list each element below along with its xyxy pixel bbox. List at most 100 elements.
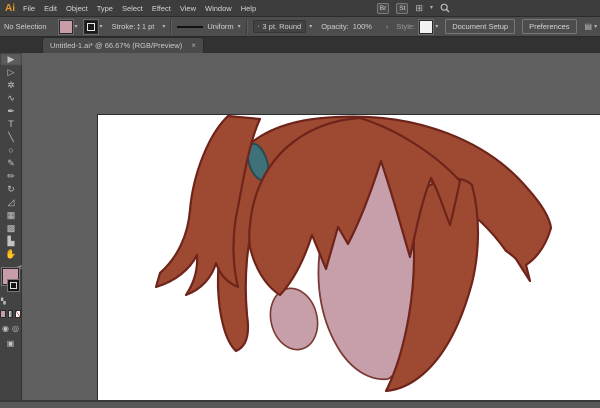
magic-wand-tool-icon: ✲	[7, 80, 15, 90]
menu-item-type[interactable]: Type	[97, 4, 113, 13]
line-segment-tool[interactable]: ╲	[0, 131, 22, 144]
scale-tool[interactable]: ◿	[0, 196, 22, 209]
menu-item-object[interactable]: Object	[66, 4, 88, 13]
ellipse-tool[interactable]: ○	[0, 144, 22, 157]
menu-item-edit[interactable]: Edit	[44, 4, 57, 13]
ellipse-tool-icon: ○	[8, 145, 13, 155]
artboard[interactable]	[97, 114, 600, 400]
document-tab-bar: Untitled-1.ai* @ 66.67% (RGB/Preview) ×	[0, 37, 600, 53]
column-graph-tool[interactable]: ▙	[0, 235, 22, 248]
lasso-tool-icon: ∿	[7, 93, 15, 103]
selection-tool[interactable]: ▶	[0, 53, 22, 66]
paintbrush-tool[interactable]: ✎	[0, 157, 22, 170]
menu-item-effect[interactable]: Effect	[152, 4, 171, 13]
stroke-chevron-down-icon[interactable]: ▾	[100, 24, 103, 30]
menu-bar: Ai File Edit Object Type Select Effect V…	[0, 0, 600, 17]
pen-tool-icon: ✒	[7, 106, 15, 116]
rotate-tool-icon: ↻	[7, 184, 15, 194]
draw-behind-icon[interactable]: ◎	[12, 324, 19, 333]
direct-selection-tool-icon: ▷	[8, 67, 15, 77]
drawing-mode-buttons: ◉ ◎	[0, 324, 21, 333]
fill-color-swatch[interactable]	[59, 20, 73, 34]
workspace-switcher-icon[interactable]: ⊞	[415, 4, 423, 13]
brush-dot-icon: •	[258, 24, 260, 30]
canvas-artwork	[98, 115, 600, 400]
screen-mode-icon: ▣	[7, 339, 15, 348]
bridge-button[interactable]: Br	[377, 3, 390, 14]
paintbrush-tool-icon: ✎	[7, 158, 15, 168]
workspace-chevron-down-icon[interactable]: ▾	[430, 5, 433, 11]
menu-item-help[interactable]: Help	[241, 4, 256, 13]
stock-button[interactable]: St	[396, 3, 408, 14]
tools-panel: ▶ ▷ ✲ ∿ ✒ T ╲ ○ ✎ ✏ ↻ ◿ ▦ ▩ ▙ ✋ ⇄ ▚ ◉ ◎ …	[0, 53, 22, 406]
brush-definition-dropdown[interactable]: • 3 pt. Round	[253, 20, 307, 33]
menu-item-file[interactable]: File	[23, 4, 35, 13]
rotate-tool[interactable]: ↻	[0, 183, 22, 196]
pen-tool[interactable]: ✒	[0, 105, 22, 118]
stroke-weight-value[interactable]: 1 pt	[142, 22, 155, 31]
direct-selection-tool[interactable]: ▷	[0, 66, 22, 79]
document-title: Untitled-1.ai* @ 66.67% (RGB/Preview)	[50, 41, 182, 50]
search-icon[interactable]	[440, 3, 450, 13]
lasso-tool[interactable]: ∿	[0, 92, 22, 105]
divider	[170, 20, 172, 34]
line-segment-tool-icon: ╲	[8, 132, 13, 142]
gradient-button[interactable]	[8, 310, 14, 318]
selection-tool-icon: ▶	[8, 54, 15, 64]
preferences-button[interactable]: Preferences	[522, 19, 576, 34]
draw-normal-icon[interactable]: ◉	[2, 324, 9, 333]
perspective-grid-tool-icon: ▦	[7, 210, 16, 220]
magic-wand-tool[interactable]: ✲	[0, 79, 22, 92]
variable-width-chevron-down-icon[interactable]: ▾	[238, 24, 241, 30]
default-fill-stroke-icon[interactable]: ▚	[1, 298, 6, 305]
scale-tool-icon: ◿	[8, 197, 15, 207]
hand-tool-icon: ✋	[5, 249, 16, 259]
opacity-value[interactable]: 100%	[353, 22, 372, 31]
ear-shape[interactable]	[264, 283, 324, 354]
none-button[interactable]	[15, 310, 21, 318]
divider	[246, 20, 248, 34]
workspace: ▶ ▷ ✲ ∿ ✒ T ╲ ○ ✎ ✏ ↻ ◿ ▦ ▩ ▙ ✋ ⇄ ▚ ◉ ◎ …	[0, 53, 600, 406]
column-graph-tool-icon: ▙	[8, 236, 15, 246]
toolbar-stroke-swatch[interactable]	[8, 280, 19, 291]
illustrator-logo-icon: Ai	[5, 3, 15, 14]
screen-mode-button[interactable]: ▣	[0, 339, 21, 348]
style-label: Style:	[396, 22, 415, 31]
panel-options-chevron-down-icon[interactable]: ▾	[594, 24, 597, 30]
app-bar-right: Br St ⊞ ▾	[377, 3, 450, 14]
color-type-buttons	[0, 310, 21, 318]
brush-chevron-down-icon[interactable]: ▾	[309, 24, 312, 30]
style-swatch[interactable]	[419, 20, 433, 34]
panel-options-icon[interactable]: ▤	[585, 22, 593, 31]
stroke-weight-chevron-down-icon[interactable]: ▾	[162, 24, 165, 30]
fill-stroke-control: ⇄ ▚	[0, 266, 22, 302]
menu-item-view[interactable]: View	[180, 4, 196, 13]
menu-item-select[interactable]: Select	[122, 4, 143, 13]
type-tool-icon: T	[8, 119, 14, 129]
mesh-tool[interactable]: ▩	[0, 222, 22, 235]
close-icon[interactable]: ×	[191, 42, 196, 50]
opacity-label: Opacity:	[321, 22, 349, 31]
variable-width-value[interactable]: Uniform	[207, 22, 233, 31]
color-button[interactable]	[0, 310, 6, 318]
fill-chevron-down-icon[interactable]: ▾	[75, 24, 78, 30]
type-tool[interactable]: T	[0, 118, 22, 131]
document-setup-button[interactable]: Document Setup	[445, 19, 515, 34]
pencil-tool-icon: ✏	[7, 171, 15, 181]
menu-item-window[interactable]: Window	[205, 4, 232, 13]
document-tab[interactable]: Untitled-1.ai* @ 66.67% (RGB/Preview) ×	[42, 37, 204, 53]
style-chevron-down-icon[interactable]: ▾	[435, 24, 438, 30]
stroke-weight-stepper[interactable]: ▴▾	[137, 23, 140, 31]
opacity-expand-icon[interactable]: ›	[386, 22, 389, 31]
variable-width-profile-icon	[177, 26, 203, 28]
artboard-bottom-edge	[0, 400, 600, 408]
brush-value: 3 pt. Round	[262, 22, 301, 31]
selection-status-label: No Selection	[4, 22, 47, 31]
control-bar: No Selection ▾ ▾ Stroke: ▴▾ 1 pt ▾ Unifo…	[0, 17, 600, 37]
pencil-tool[interactable]: ✏	[0, 170, 22, 183]
stroke-color-swatch[interactable]	[84, 20, 98, 34]
stroke-weight-label: Stroke:	[112, 22, 136, 31]
hand-tool[interactable]: ✋	[0, 248, 22, 261]
perspective-grid-tool[interactable]: ▦	[0, 209, 22, 222]
mesh-tool-icon: ▩	[7, 223, 16, 233]
